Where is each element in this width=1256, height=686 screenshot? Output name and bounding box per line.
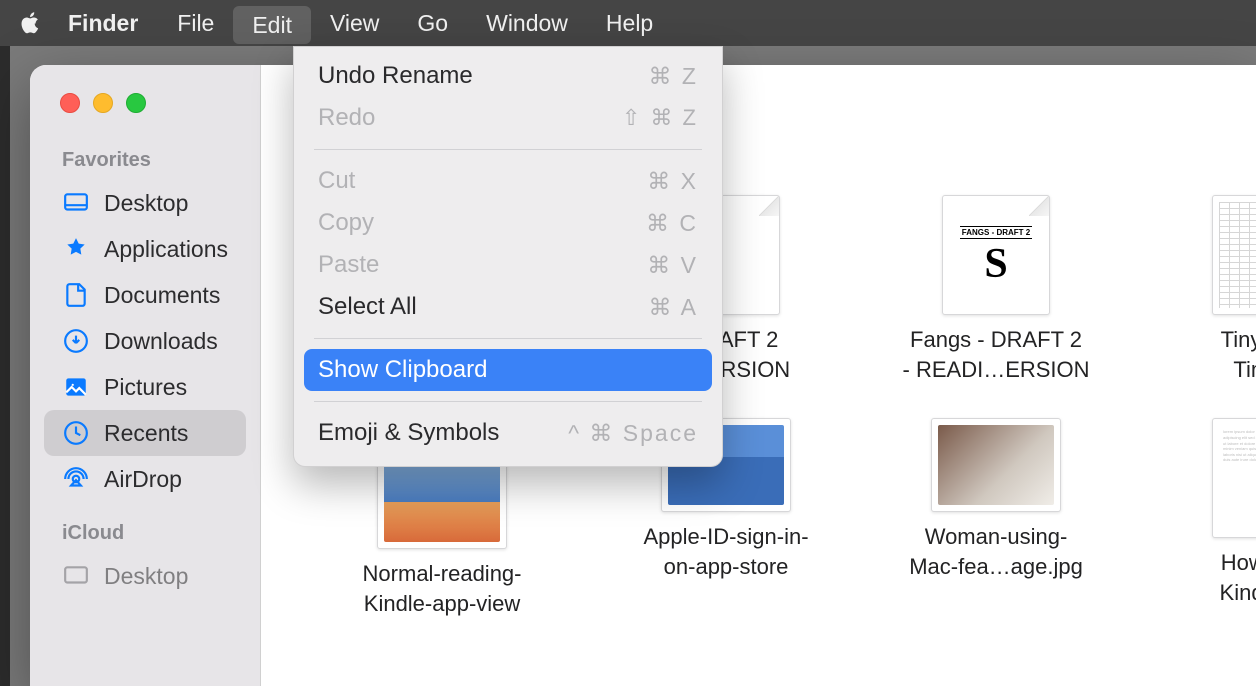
menubar-item-edit[interactable]: Edit [233,6,311,44]
sidebar-favorites-list: Desktop Applications Documents Downloads… [30,180,260,522]
scrivener-logo: S [984,243,1007,285]
menu-item-label: Cut [318,167,355,195]
apple-menu[interactable] [14,0,48,46]
menubar-item-file[interactable]: File [158,0,233,46]
menu-shortcut: ⌘ A [649,294,698,321]
menu-item-paste: Paste ⌘ V [294,244,722,286]
menu-shortcut: ⌘ Z [649,63,698,90]
file-item[interactable]: lorem ipsum dolor sit amet consectetur a… [1161,418,1256,607]
file-thumbnail [931,418,1061,512]
file-item[interactable]: Tiny Knitt Timing [1161,195,1256,384]
file-item[interactable]: FANGS - DRAFT 2 S Fangs - DRAFT 2 - READ… [891,195,1101,384]
finder-sidebar: Favorites Desktop Applications Documents… [30,65,261,686]
sidebar-item-label: Documents [104,282,220,309]
sidebar-item-label: Pictures [104,374,187,401]
document-icon [62,281,90,309]
thumbnail-caption: FANGS - DRAFT 2 [960,226,1032,239]
sidebar-item-recents[interactable]: Recents [44,410,246,456]
sidebar-item-desktop[interactable]: Desktop [44,180,246,226]
file-label: How to U Kindle for [1156,548,1256,607]
menu-item-show-clipboard[interactable]: Show Clipboard [304,349,712,391]
file-thumbnail: lorem ipsum dolor sit amet consectetur a… [1212,418,1256,538]
file-thumbnail [377,455,507,549]
menu-shortcut: ⇧ ⌘ Z [622,105,698,131]
menu-item-undo[interactable]: Undo Rename ⌘ Z [294,55,722,97]
sidebar-item-icloud-desktop[interactable]: Desktop [44,553,246,599]
menubar-item-view[interactable]: View [311,0,398,46]
menubar-item-go[interactable]: Go [398,0,467,46]
desktop-icon [62,562,90,590]
close-button[interactable] [60,93,80,113]
menu-shortcut: ^ ⌘ Space [568,420,698,447]
file-label: Normal-reading- Kindle-app-view [332,559,552,618]
edit-menu-dropdown: Undo Rename ⌘ Z Redo ⇧ ⌘ Z Cut ⌘ X Copy … [293,46,723,467]
file-thumbnail [1212,195,1256,315]
file-label: Tiny Knitt Timing [1156,325,1256,384]
sidebar-item-label: Applications [104,236,228,263]
menu-item-label: Select All [318,293,417,321]
sidebar-item-documents[interactable]: Documents [44,272,246,318]
menu-separator [314,338,702,339]
macos-menubar: Finder File Edit View Go Window Help [0,0,1256,46]
sidebar-icloud-list: Desktop [30,553,260,619]
sidebar-item-label: Desktop [104,190,188,217]
minimize-button[interactable] [93,93,113,113]
menu-separator [314,149,702,150]
desktop-icon [62,189,90,217]
sidebar-item-label: Desktop [104,563,188,590]
download-icon [62,327,90,355]
menu-item-emoji-symbols[interactable]: Emoji & Symbols ^ ⌘ Space [294,412,722,454]
file-item[interactable]: Normal-reading- Kindle-app-view [337,455,547,618]
menu-item-cut: Cut ⌘ X [294,160,722,202]
menu-item-label: Emoji & Symbols [318,419,499,447]
menu-shortcut: ⌘ V [647,252,698,279]
window-traffic-lights [30,93,260,113]
file-label: Apple-ID-sign-in- on-app-store [616,522,836,581]
sidebar-item-pictures[interactable]: Pictures [44,364,246,410]
menubar-app-name[interactable]: Finder [48,0,158,46]
menu-shortcut: ⌘ X [647,168,698,195]
recents-icon [62,419,90,447]
sidebar-item-downloads[interactable]: Downloads [44,318,246,364]
sidebar-item-applications[interactable]: Applications [44,226,246,272]
menubar-item-help[interactable]: Help [587,0,672,46]
menu-item-label: Show Clipboard [318,356,487,384]
menu-item-label: Paste [318,251,379,279]
menu-item-label: Undo Rename [318,62,473,90]
pictures-icon [62,373,90,401]
menubar-item-window[interactable]: Window [467,0,587,46]
zoom-button[interactable] [126,93,146,113]
menu-item-label: Redo [318,104,375,132]
sidebar-item-label: Downloads [104,328,218,355]
menu-item-redo: Redo ⇧ ⌘ Z [294,97,722,139]
file-label: Woman-using- Mac-fea…age.jpg [886,522,1106,581]
menu-separator [314,401,702,402]
applications-icon [62,235,90,263]
sidebar-group-favorites: Favorites [30,149,260,180]
menu-item-label: Copy [318,209,374,237]
menu-item-copy: Copy ⌘ C [294,202,722,244]
sidebar-item-airdrop[interactable]: AirDrop [44,456,246,502]
sidebar-group-icloud: iCloud [30,522,260,553]
airdrop-icon [62,465,90,493]
file-item[interactable]: Woman-using- Mac-fea…age.jpg [891,418,1101,581]
sidebar-item-label: AirDrop [104,466,182,493]
menu-item-select-all[interactable]: Select All ⌘ A [294,286,722,328]
file-label: Fangs - DRAFT 2 - READI…ERSION [886,325,1106,384]
file-thumbnail: FANGS - DRAFT 2 S [942,195,1050,315]
menu-shortcut: ⌘ C [646,210,698,237]
sidebar-item-label: Recents [104,420,188,447]
